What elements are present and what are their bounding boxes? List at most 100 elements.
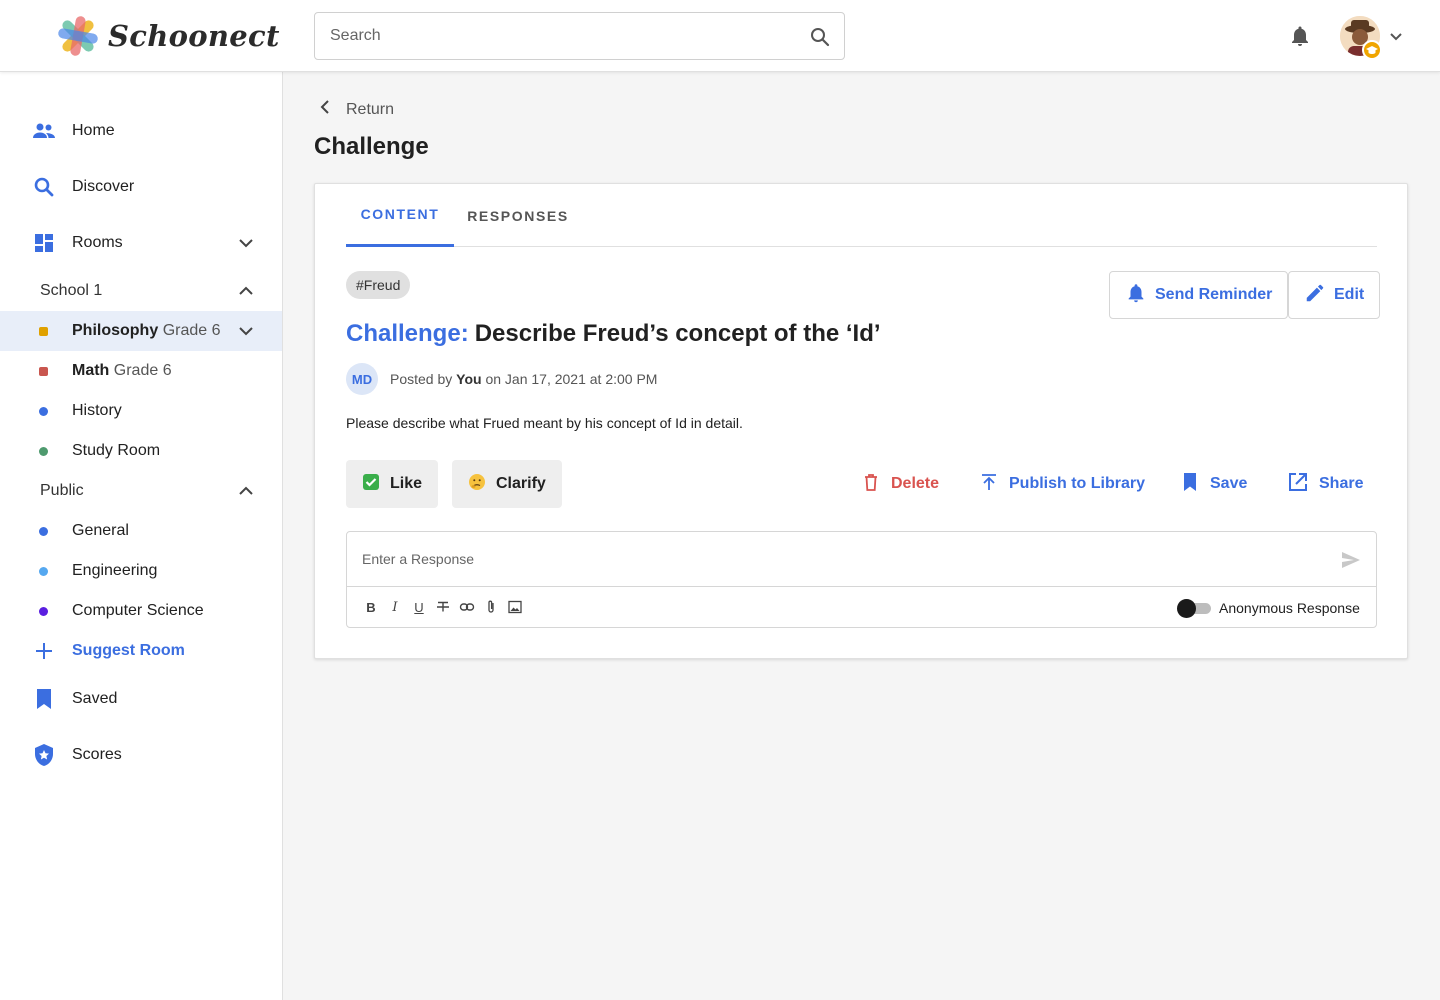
sidebar-item-label: Rooms [72,234,123,251]
section-public[interactable]: Public [0,471,282,511]
author-avatar[interactable]: MD [346,363,378,395]
italic-button[interactable]: I [387,599,403,615]
sidebar-room-study-room[interactable]: Study Room [0,431,282,471]
topic-tag[interactable]: #Freud [346,271,411,299]
room-color-marker [39,606,48,616]
posted-on: on Jan 17, 2021 at 2:00 PM [485,371,658,387]
response-input[interactable] [347,532,1376,587]
challenge-title: Challenge: Describe Freud’s concept of th… [346,320,881,348]
send-reminder-label: Send Reminder [1155,286,1273,303]
pencil-icon [1304,282,1326,309]
response-composer: B I U Anonymous Response [346,531,1377,628]
suggest-room-button[interactable]: Suggest Room [0,631,282,671]
bookmark-icon [1180,472,1200,497]
room-name: General [72,522,129,539]
sidebar: Home Discover Rooms School 1 Philosophy … [0,72,283,1000]
sidebar-item-label: Saved [72,690,118,707]
posted-by-label: Posted by [390,371,453,387]
send-reminder-button[interactable]: Send Reminder [1109,271,1289,319]
chevron-down-icon [236,233,256,253]
bold-button[interactable]: B [363,599,379,615]
challenge-description: Please describe what Frued meant by his … [346,415,743,431]
underline-button[interactable]: U [411,599,427,615]
return-link[interactable]: Return [314,96,394,123]
logo-mark-icon [56,14,100,58]
challenge-title-text: Describe Freud’s concept of the ‘Id’ [474,320,881,347]
delete-button[interactable]: Delete [861,470,939,498]
sidebar-item-label: Discover [72,178,135,195]
dashboard-icon [32,231,56,255]
room-grade: Grade 6 [113,362,172,379]
search-icon[interactable] [808,25,832,49]
share-button[interactable]: Share [1287,470,1363,498]
sidebar-item-rooms[interactable]: Rooms [0,223,282,263]
anonymous-label: Anonymous Response [1219,600,1360,616]
bell-icon [1125,282,1147,309]
publish-to-library-button[interactable]: Publish to Library [979,470,1145,498]
room-label: Philosophy Grade 6 [72,322,221,340]
search-input[interactable] [315,13,785,59]
sidebar-room-engineering[interactable]: Engineering [0,551,282,591]
image-icon[interactable] [507,599,523,615]
room-name: Philosophy [72,322,159,339]
external-link-icon [1287,471,1309,498]
notifications-bell-icon[interactable] [1288,24,1312,48]
tab-responses[interactable]: RESPONSES [458,184,578,247]
suggest-room-label: Suggest Room [72,642,185,659]
publish-label: Publish to Library [1009,475,1146,492]
chevron-down-icon [1388,28,1404,44]
like-label: Like [390,475,423,492]
logo[interactable]: Schoonect [56,14,280,58]
room-label: Math Grade 6 [72,362,172,380]
sidebar-room-general[interactable]: General [0,511,282,551]
author-line: MD Posted by You on Jan 17, 2021 at 2:00… [346,363,657,395]
save-button[interactable]: Save [1180,470,1247,498]
sidebar-item-saved[interactable]: Saved [0,679,282,719]
graduate-badge-icon [1362,40,1382,60]
clarify-label: Clarify [496,475,546,492]
sidebar-room-philosophy[interactable]: Philosophy Grade 6 [0,311,282,351]
save-label: Save [1210,475,1248,492]
edit-label: Edit [1334,286,1365,303]
chevron-left-icon [314,96,336,123]
strikethrough-icon[interactable] [435,599,451,615]
section-label: School 1 [40,282,103,299]
return-label: Return [346,100,395,118]
clarify-button[interactable]: Clarify [452,460,562,508]
send-icon[interactable] [1340,549,1362,571]
plus-icon [32,639,56,663]
page-title: Challenge [314,133,429,160]
chevron-up-icon [236,281,256,301]
chevron-up-icon [236,481,256,501]
room-name: Computer Science [72,602,204,619]
posted-by-name: You [456,371,482,387]
challenge-prefix: Challenge: [346,320,469,347]
edit-button[interactable]: Edit [1288,271,1381,319]
sidebar-room-computer-science[interactable]: Computer Science [0,591,282,631]
sidebar-room-math[interactable]: Math Grade 6 [0,351,282,391]
like-button[interactable]: Like [346,460,439,508]
sidebar-item-discover[interactable]: Discover [0,167,282,207]
room-color-marker [39,566,48,576]
challenge-card: CONTENT RESPONSES #Freud Send Reminder E… [314,183,1408,659]
link-icon[interactable] [459,599,475,615]
author-text: Posted by You on Jan 17, 2021 at 2:00 PM [390,371,657,387]
sidebar-item-scores[interactable]: Scores [0,735,282,775]
room-name: Study Room [72,442,161,459]
room-color-marker [39,446,48,456]
tab-bar: CONTENT RESPONSES [346,184,1377,247]
search-icon [32,175,56,199]
bookmark-icon [32,687,56,711]
section-school[interactable]: School 1 [0,271,282,311]
room-color-marker [39,526,48,536]
room-grade: Grade 6 [162,322,221,339]
trash-icon [861,472,881,497]
tab-content[interactable]: CONTENT [346,184,454,247]
room-color-marker [39,366,48,376]
room-name: Engineering [72,562,158,579]
sidebar-item-home[interactable]: Home [0,111,282,151]
anonymous-toggle[interactable] [1177,598,1213,618]
user-menu[interactable] [1340,16,1408,60]
attachment-icon[interactable] [483,599,499,615]
sidebar-room-history[interactable]: History [0,391,282,431]
